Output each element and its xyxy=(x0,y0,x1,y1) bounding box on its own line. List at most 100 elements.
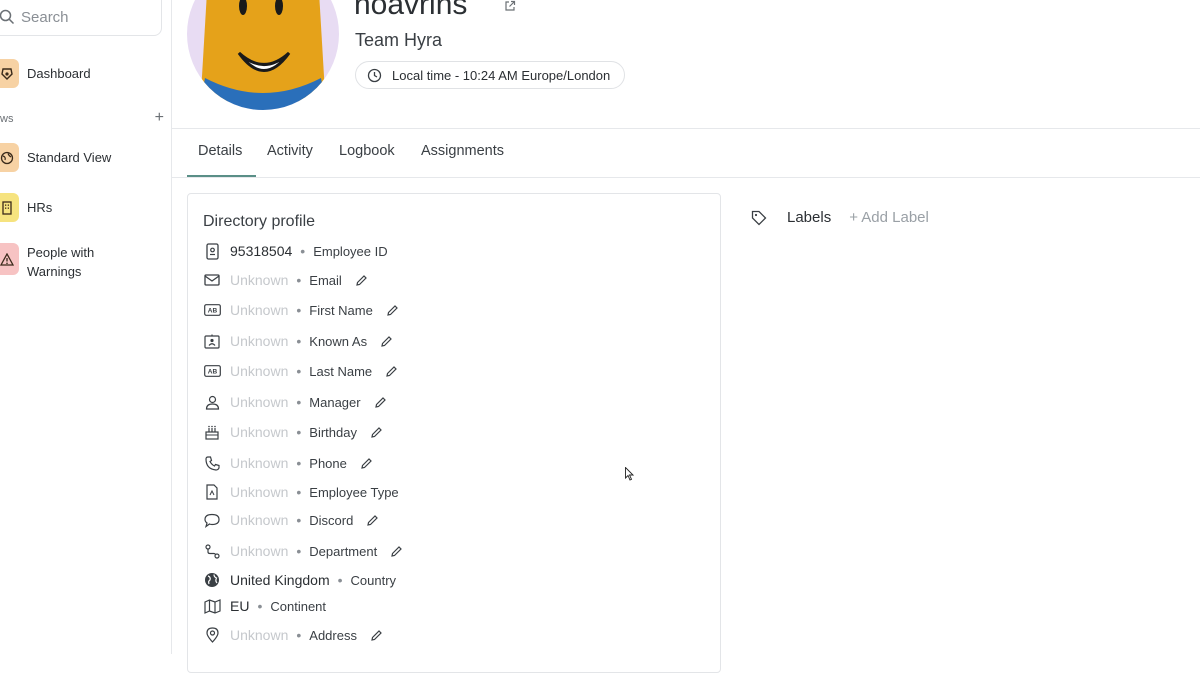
profile-row-manager: Unknown • Manager xyxy=(203,391,387,413)
edit-pencil-icon[interactable] xyxy=(386,304,399,317)
field-label: Last Name xyxy=(309,363,373,379)
profile-row-employee-type: Unknown • Employee Type xyxy=(203,481,399,503)
local-time-text: Local time - 10:24 AM Europe/London xyxy=(392,67,611,83)
document-icon xyxy=(203,483,221,501)
field-value: Unknown xyxy=(230,484,289,500)
profile-row-known-as: Unknown • Known As xyxy=(203,330,393,352)
separator-dot: • xyxy=(300,243,306,259)
field-label: Phone xyxy=(309,455,347,471)
field-label: Email xyxy=(309,272,342,288)
route-icon xyxy=(203,542,221,560)
edit-pencil-icon[interactable] xyxy=(370,629,383,642)
separator-dot: • xyxy=(296,363,302,379)
profile-row-email: Unknown • Email xyxy=(203,269,368,291)
views-header: ws + xyxy=(0,110,164,128)
field-value: United Kingdom xyxy=(230,572,330,588)
labels-section: Labels + Add Label xyxy=(751,209,929,226)
field-label: First Name xyxy=(309,302,373,318)
separator-dot: • xyxy=(296,424,302,440)
separator-dot: • xyxy=(296,484,302,500)
external-link-icon[interactable] xyxy=(504,0,516,12)
location-pin-icon xyxy=(203,626,221,644)
ab-icon: AB xyxy=(203,362,221,380)
local-time-badge: Local time - 10:24 AM Europe/London xyxy=(355,61,626,89)
field-label: Continent xyxy=(270,598,327,614)
field-label: Discord xyxy=(309,512,354,528)
sidebar: Search Dashboard ws + Standard View HRs … xyxy=(0,0,172,654)
field-value: Unknown xyxy=(230,272,289,288)
tab-activity[interactable]: Activity xyxy=(267,143,313,159)
tabs-divider xyxy=(171,177,1200,178)
edit-pencil-icon[interactable] xyxy=(370,426,383,439)
edit-pencil-icon[interactable] xyxy=(355,274,368,287)
field-label: Manager xyxy=(309,394,361,410)
building-icon xyxy=(0,193,19,222)
user-name: noavrins xyxy=(354,0,468,21)
separator-dot: • xyxy=(296,512,302,528)
field-label: Address xyxy=(309,627,357,643)
cake-icon xyxy=(203,423,221,441)
sidebar-item-dashboard[interactable]: Dashboard xyxy=(0,59,91,88)
field-value: Unknown xyxy=(230,394,289,410)
field-value: 95318504 xyxy=(230,243,293,259)
sidebar-item-people-with-warnings[interactable]: People with Warnings xyxy=(0,243,94,281)
contact-card-icon xyxy=(203,332,221,350)
field-label: Country xyxy=(350,572,397,588)
edit-pencil-icon[interactable] xyxy=(374,396,387,409)
chat-bubble-icon xyxy=(203,511,221,529)
profile-row-employee-id: 95318504 • Employee ID xyxy=(203,240,388,262)
field-label: Employee Type xyxy=(309,484,399,500)
ab-icon: AB xyxy=(203,301,221,319)
profile-row-last-name: AB Unknown • Last Name xyxy=(203,360,398,382)
field-value: Unknown xyxy=(230,455,289,471)
field-value: EU xyxy=(230,598,250,614)
field-label: Birthday xyxy=(309,424,357,440)
id-badge-icon xyxy=(203,242,221,260)
mail-icon xyxy=(203,271,221,289)
separator-dot: • xyxy=(337,572,343,588)
separator-dot: • xyxy=(296,272,302,288)
warning-icon xyxy=(0,243,19,275)
edit-pencil-icon[interactable] xyxy=(360,457,373,470)
edit-pencil-icon[interactable] xyxy=(385,365,398,378)
profile-row-address: Unknown • Address xyxy=(203,624,383,646)
field-label: Known As xyxy=(309,333,368,349)
search-box[interactable]: Search xyxy=(0,0,162,36)
separator-dot: • xyxy=(296,543,302,559)
map-icon xyxy=(203,597,221,615)
avatar xyxy=(187,0,339,110)
team-name: Team Hyra xyxy=(355,30,443,50)
profile-row-first-name: AB Unknown • First Name xyxy=(203,299,399,321)
tab-details[interactable]: Details xyxy=(198,143,242,159)
search-input[interactable]: Search xyxy=(21,9,69,26)
add-label-button[interactable]: + Add Label xyxy=(849,209,929,226)
field-value: Unknown xyxy=(230,363,289,379)
separator-dot: • xyxy=(296,627,302,643)
svg-text:AB: AB xyxy=(207,369,217,376)
edit-pencil-icon[interactable] xyxy=(390,545,403,558)
mouse-cursor-icon xyxy=(625,467,634,481)
labels-title: Labels xyxy=(787,209,832,226)
separator-dot: • xyxy=(296,333,302,349)
profile-row-discord: Unknown • Discord xyxy=(203,509,379,531)
add-view-button[interactable]: + xyxy=(155,110,164,126)
profile-row-continent: EU • Continent xyxy=(203,595,326,617)
tab-logbook[interactable]: Logbook xyxy=(339,143,395,159)
edit-pencil-icon[interactable] xyxy=(380,335,393,348)
profile-row-department: Unknown • Department xyxy=(203,540,403,562)
field-value: Unknown xyxy=(230,424,289,440)
sidebar-item-standard-view[interactable]: Standard View xyxy=(0,143,111,172)
sidebar-item-hrs[interactable]: HRs xyxy=(0,193,52,222)
tab-assignments[interactable]: Assignments xyxy=(421,143,504,159)
separator-dot: • xyxy=(296,455,302,471)
separator-dot: • xyxy=(257,598,263,614)
field-value: Unknown xyxy=(230,333,289,349)
field-value: Unknown xyxy=(230,302,289,318)
edit-pencil-icon[interactable] xyxy=(366,514,379,527)
phone-icon xyxy=(203,454,221,472)
card-title: Directory profile xyxy=(203,213,316,230)
globe-icon xyxy=(203,571,221,589)
profile-row-country: United Kingdom • Country xyxy=(203,569,396,591)
svg-text:AB: AB xyxy=(207,308,217,315)
profile-row-birthday: Unknown • Birthday xyxy=(203,421,383,443)
